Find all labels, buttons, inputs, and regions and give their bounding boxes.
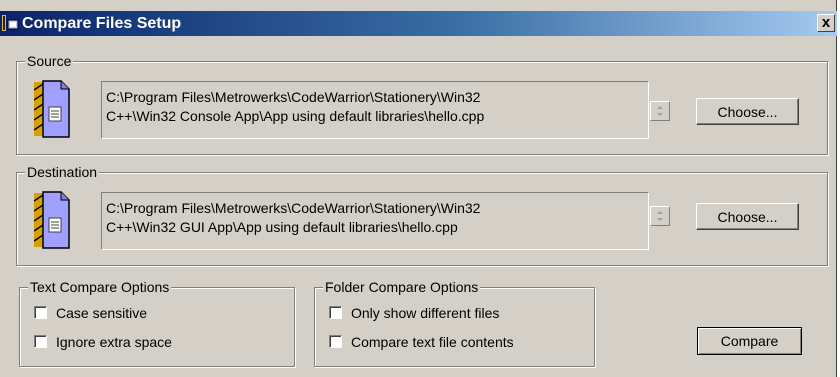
destination-path-line1: C:\Program Files\Metrowerks\CodeWarrior\…	[106, 200, 481, 216]
destination-path-line2: C++\Win32 GUI App\App using default libr…	[106, 219, 458, 235]
folder-options-legend: Folder Compare Options	[323, 279, 481, 295]
source-group: Source C:\Program Files\Metrowerks\CodeW…	[16, 53, 828, 155]
compare-contents-label: Compare text file contents	[351, 334, 514, 350]
source-path-display: C:\Program Files\Metrowerks\CodeWarrior\…	[101, 81, 649, 139]
document-file-icon	[33, 191, 70, 249]
case-sensitive-label: Case sensitive	[56, 305, 148, 321]
source-path-line1: C:\Program Files\Metrowerks\CodeWarrior\…	[106, 89, 481, 105]
source-choose-button[interactable]: Choose...	[696, 98, 799, 125]
document-file-icon	[33, 80, 70, 138]
only-different-checkbox[interactable]	[329, 306, 342, 319]
source-legend: Source	[25, 53, 74, 69]
destination-path-display: C:\Program Files\Metrowerks\CodeWarrior\…	[101, 192, 649, 250]
compare-files-setup-dialog: Compare Files Setup x Source C:\Program	[0, 0, 837, 377]
destination-choose-button[interactable]: Choose...	[696, 203, 799, 230]
destination-group: Destination C:\Program Files\Metrowerks\…	[16, 164, 828, 266]
compare-contents-checkbox[interactable]	[329, 335, 342, 348]
ignore-space-checkbox[interactable]	[34, 335, 47, 348]
up-down-arrows-icon	[657, 211, 663, 221]
close-button[interactable]: x	[817, 14, 835, 32]
app-icon	[2, 14, 20, 32]
destination-spinner[interactable]	[650, 206, 670, 226]
destination-legend: Destination	[25, 164, 100, 180]
folder-compare-options-group: Folder Compare Options Only show differe…	[314, 279, 595, 367]
window-title: Compare Files Setup	[22, 15, 182, 32]
case-sensitive-checkbox[interactable]	[34, 306, 47, 319]
compare-button[interactable]: Compare	[697, 327, 802, 355]
source-path-line2: C++\Win32 Console App\App using default …	[106, 108, 485, 124]
only-different-label: Only show different files	[351, 305, 500, 321]
text-compare-options-group: Text Compare Options Case sensitive Igno…	[19, 279, 295, 367]
up-down-arrows-icon	[657, 106, 663, 116]
title-bar[interactable]: Compare Files Setup x	[0, 11, 837, 36]
source-spinner[interactable]	[650, 101, 670, 121]
text-options-legend: Text Compare Options	[28, 279, 172, 295]
ignore-space-label: Ignore extra space	[56, 334, 172, 350]
